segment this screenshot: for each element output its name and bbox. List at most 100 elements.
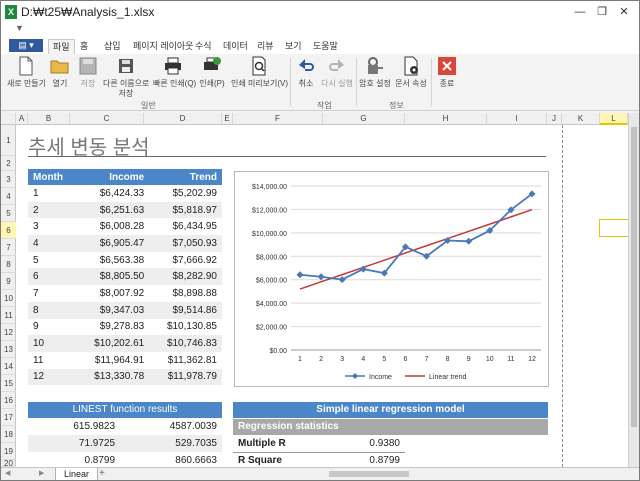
- table-cell[interactable]: $7,050.93: [149, 235, 222, 252]
- table-cell[interactable]: $7,666.92: [149, 252, 222, 269]
- sheet-tab-linear[interactable]: Linear: [55, 468, 99, 480]
- table-cell[interactable]: $8,282.90: [149, 268, 222, 286]
- regression-label[interactable]: Multiple R: [233, 435, 335, 453]
- vertical-scroll-thumb[interactable]: [631, 127, 637, 427]
- table-cell[interactable]: 8: [28, 301, 77, 319]
- new-button[interactable]: 새로 만들기: [7, 56, 46, 89]
- regression-label[interactable]: R Square: [233, 452, 335, 467]
- quick-print-button[interactable]: 빠른 인쇄(Q): [153, 56, 196, 89]
- row-header[interactable]: 11: [1, 307, 16, 324]
- tab-page-layout[interactable]: 페이지 레이아웃: [129, 39, 197, 54]
- next-sheet-icon[interactable]: ▶: [39, 469, 44, 477]
- table-cell[interactable]: $10,746.83: [149, 335, 222, 352]
- undo-button[interactable]: 취소: [293, 56, 319, 89]
- row-header[interactable]: 12: [1, 324, 16, 341]
- prev-sheet-icon[interactable]: ◀: [5, 469, 10, 477]
- table-cell[interactable]: $10,130.85: [149, 319, 222, 336]
- linest-cell[interactable]: 529.7035: [120, 435, 222, 452]
- print-preview-button[interactable]: 인쇄 미리보기(V): [231, 56, 288, 89]
- set-password-button[interactable]: 암호 설정: [359, 56, 391, 89]
- table-cell[interactable]: $13,330.78: [76, 368, 150, 386]
- table-cell[interactable]: $5,202.99: [149, 185, 222, 202]
- horizontal-scroll-thumb[interactable]: [329, 471, 409, 477]
- trend-chart[interactable]: $0.00 $2,000.00 $4,000.00 $6,000.00 $8,000.0…: [234, 171, 549, 387]
- column-header[interactable]: C: [70, 113, 144, 125]
- column-header[interactable]: B: [28, 113, 70, 125]
- row-header[interactable]: 1: [1, 125, 16, 156]
- column-header[interactable]: G: [323, 113, 405, 125]
- table-cell[interactable]: 5: [28, 252, 76, 269]
- save-as-button[interactable]: 다른 이름으로 저장: [103, 56, 149, 99]
- restore-button[interactable]: ❐: [591, 4, 613, 20]
- exit-button[interactable]: 종료: [435, 56, 459, 89]
- table-cell[interactable]: 9: [28, 319, 76, 336]
- row-header[interactable]: 18: [1, 426, 16, 443]
- table-cell[interactable]: $6,008.28: [76, 218, 149, 235]
- column-header[interactable]: K: [562, 113, 600, 125]
- table-cell[interactable]: $11,978.79: [149, 368, 222, 386]
- linest-cell[interactable]: 71.9725: [28, 435, 121, 452]
- tab-formulas[interactable]: 수식: [191, 39, 216, 54]
- table-cell[interactable]: $8,898.88: [149, 285, 222, 302]
- row-header[interactable]: 10: [1, 290, 16, 307]
- table-cell[interactable]: 1: [28, 185, 76, 202]
- table-cell[interactable]: 2: [28, 201, 77, 219]
- regression-value[interactable]: 0.9380: [334, 435, 405, 453]
- column-header[interactable]: I: [487, 113, 547, 125]
- row-header-selected[interactable]: 6: [1, 222, 16, 239]
- add-sheet-icon[interactable]: +: [99, 468, 105, 479]
- table-cell[interactable]: $8,805.50: [76, 268, 150, 286]
- linest-cell[interactable]: 860.6663: [120, 452, 222, 467]
- open-button[interactable]: 열기: [47, 56, 73, 89]
- worksheet-grid[interactable]: 추세 변동 분석 Month Income Trend 1 $6,424.33 $5…: [16, 125, 628, 467]
- table-cell[interactable]: $6,563.38: [76, 252, 149, 269]
- column-header[interactable]: D: [144, 113, 222, 125]
- table-cell[interactable]: $8,007.92: [76, 285, 149, 302]
- table-cell[interactable]: $5,818.97: [149, 201, 222, 219]
- row-header[interactable]: 3: [1, 171, 16, 188]
- table-cell[interactable]: $10,202.61: [76, 335, 150, 352]
- linest-cell[interactable]: 0.8799: [28, 452, 120, 467]
- tab-data[interactable]: 데이터: [219, 39, 252, 54]
- column-header[interactable]: J: [547, 113, 562, 125]
- save-button[interactable]: 저장: [75, 56, 101, 89]
- table-cell[interactable]: 6: [28, 268, 77, 286]
- column-header[interactable]: H: [405, 113, 487, 125]
- table-cell[interactable]: $6,905.47: [76, 235, 150, 252]
- regression-value[interactable]: 0.8799: [334, 452, 405, 467]
- tab-view[interactable]: 보기: [281, 39, 306, 54]
- tab-file[interactable]: 파일: [48, 39, 75, 54]
- redo-button[interactable]: 다시 실행: [321, 56, 353, 89]
- table-cell[interactable]: 11: [28, 352, 76, 369]
- row-header[interactable]: 8: [1, 256, 16, 273]
- table-cell[interactable]: 7: [28, 285, 76, 302]
- column-header-selected[interactable]: L: [600, 113, 628, 125]
- table-cell[interactable]: $6,424.33: [76, 185, 149, 202]
- row-header[interactable]: 17: [1, 409, 16, 426]
- row-header[interactable]: 2: [1, 156, 16, 171]
- tab-insert[interactable]: 삽입: [100, 39, 125, 54]
- table-cell[interactable]: 4: [28, 235, 77, 252]
- vertical-scrollbar[interactable]: [628, 113, 639, 467]
- select-all-corner[interactable]: [1, 113, 16, 125]
- row-header[interactable]: 15: [1, 375, 16, 392]
- document-properties-button[interactable]: 문서 속성: [395, 56, 427, 89]
- row-header[interactable]: 14: [1, 358, 16, 375]
- row-header[interactable]: 5: [1, 205, 16, 222]
- table-cell[interactable]: $9,514.86: [149, 301, 222, 319]
- column-header[interactable]: A: [16, 113, 28, 125]
- row-header[interactable]: 7: [1, 239, 16, 256]
- quick-access-dropdown-icon[interactable]: ▼: [15, 23, 24, 33]
- row-header[interactable]: 4: [1, 188, 16, 205]
- table-cell[interactable]: $6,434.95: [149, 218, 222, 235]
- tab-review[interactable]: 리뷰: [253, 39, 278, 54]
- selected-cell[interactable]: [599, 219, 628, 237]
- row-header[interactable]: 9: [1, 273, 16, 290]
- column-header[interactable]: E: [222, 113, 233, 125]
- tab-home[interactable]: 홈: [76, 39, 92, 54]
- table-cell[interactable]: $9,278.83: [76, 319, 149, 336]
- print-button[interactable]: 인쇄(P): [197, 56, 227, 89]
- row-header[interactable]: 16: [1, 392, 16, 409]
- row-header[interactable]: 20: [1, 460, 16, 468]
- minimize-button[interactable]: —: [569, 4, 591, 20]
